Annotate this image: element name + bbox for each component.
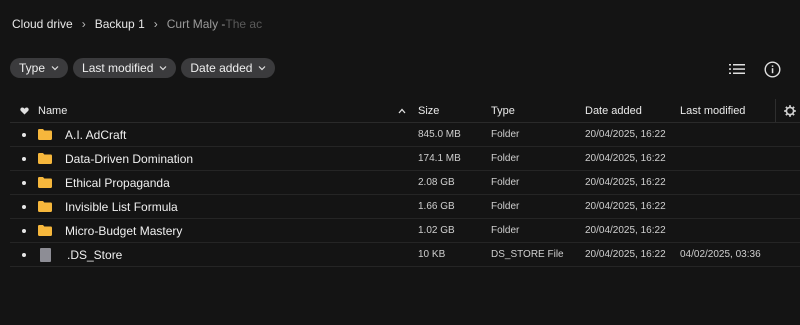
item-name: A.I. AdCraft <box>65 127 127 142</box>
size-cell: 2.08 GB <box>418 177 455 188</box>
type-column-header[interactable]: Type <box>491 105 585 117</box>
name-cell: .DS_Store <box>38 247 418 262</box>
chevron-right-icon: › <box>153 17 158 31</box>
last-modified-filter-chip[interactable]: Last modified <box>73 58 177 78</box>
date-added-cell: 20/04/2025, 16:22 <box>585 153 666 164</box>
last-modified-column-header[interactable]: Last modified <box>680 105 780 117</box>
row-bullet <box>10 228 38 233</box>
bullet-dot <box>22 252 26 257</box>
last-modified-filter-label: Last modified <box>82 61 154 75</box>
size-cell: 174.1 MB <box>418 153 461 164</box>
date-added-filter-chip[interactable]: Date added <box>181 58 276 78</box>
sort-asc-icon[interactable] <box>398 108 406 114</box>
item-name: Micro-Budget Mastery <box>65 223 183 238</box>
date-added-filter-label: Date added <box>190 61 253 75</box>
folder-icon <box>38 129 52 140</box>
breadcrumb-current-folder: Curt Maly - <box>166 17 226 31</box>
type-cell: Folder <box>491 225 520 236</box>
item-name: Invisible List Formula <box>65 199 178 214</box>
date-added-cell: 20/04/2025, 16:22 <box>585 129 666 140</box>
type-filter-chip[interactable]: Type <box>10 58 69 78</box>
type-cell: Folder <box>491 201 520 212</box>
date-added-cell: 20/04/2025, 16:22 <box>585 225 666 236</box>
breadcrumb-current-folder-tail: The ac <box>225 17 263 31</box>
chevron-down-icon <box>51 66 59 71</box>
name-cell: Micro-Budget Mastery <box>38 224 418 238</box>
type-cell: Folder <box>491 129 520 140</box>
date-added-column-header[interactable]: Date added <box>585 105 680 117</box>
table-row[interactable]: Ethical Propaganda 2.08 GB Folder 20/04/202… <box>10 171 800 195</box>
breadcrumb-cloud-drive[interactable]: Cloud drive <box>12 17 73 31</box>
chevron-down-icon <box>159 66 167 71</box>
table-row[interactable]: .DS_Store 10 KB DS_STORE File 20/04/2025, 1… <box>10 243 800 267</box>
table-header: Name Size Type Date added Last modified <box>10 99 800 123</box>
bullet-dot <box>22 228 26 233</box>
chevron-down-icon <box>259 66 266 71</box>
item-name: .DS_Store <box>67 247 123 262</box>
size-cell: 1.66 GB <box>418 201 455 212</box>
list-view-icon[interactable] <box>727 59 747 79</box>
date-added-cell: 20/04/2025, 16:22 <box>585 177 666 188</box>
bullet-dot <box>22 132 26 137</box>
type-cell: DS_STORE File <box>491 249 564 260</box>
file-table: Name Size Type Date added Last modified … <box>10 99 800 267</box>
table-row[interactable]: Micro-Budget Mastery 1.02 GB Folder 20/04/2… <box>10 219 800 243</box>
heart-icon[interactable] <box>10 106 38 115</box>
chevron-right-icon: › <box>81 17 86 31</box>
name-cell: A.I. AdCraft <box>38 128 418 142</box>
folder-icon <box>38 201 52 212</box>
breadcrumb-backup-1[interactable]: Backup 1 <box>95 17 145 31</box>
row-bullet <box>10 156 38 161</box>
size-cell: 10 KB <box>418 249 446 260</box>
folder-icon <box>38 153 52 164</box>
name-header-label: Name <box>38 104 68 117</box>
name-cell: Ethical Propaganda <box>38 176 418 190</box>
bullet-dot <box>22 156 26 161</box>
type-cell: Folder <box>491 153 520 164</box>
size-cell: 845.0 MB <box>418 129 461 140</box>
bullet-dot <box>22 204 26 209</box>
table-row[interactable]: Data-Driven Domination 174.1 MB Folder 20/0… <box>10 147 800 171</box>
item-name: Data-Driven Domination <box>65 151 194 166</box>
file-icon <box>40 247 51 262</box>
name-cell: Invisible List Formula <box>38 200 418 214</box>
table-row[interactable]: A.I. AdCraft 845.0 MB Folder 20/04/2025, 16… <box>10 123 800 147</box>
column-divider <box>775 99 776 122</box>
gear-icon[interactable] <box>780 104 800 117</box>
type-cell: Folder <box>491 177 520 188</box>
table-row[interactable]: Invisible List Formula 1.66 GB Folder 20/04… <box>10 195 800 219</box>
row-bullet <box>10 204 38 209</box>
row-bullet <box>10 180 38 185</box>
date-added-cell: 20/04/2025, 16:22 <box>585 201 666 212</box>
row-bullet <box>10 252 38 257</box>
filter-bar: Type Last modified Date added <box>10 58 276 78</box>
name-column-header[interactable]: Name <box>38 105 418 117</box>
last-modified-cell: 04/02/2025, 03:36 <box>680 249 761 260</box>
info-icon[interactable] <box>762 59 782 79</box>
size-column-header[interactable]: Size <box>418 105 491 117</box>
item-name: Ethical Propaganda <box>65 175 170 190</box>
breadcrumb: Cloud drive › Backup 1 › Curt Maly - The… <box>12 17 262 31</box>
name-cell: Data-Driven Domination <box>38 152 418 166</box>
size-cell: 1.02 GB <box>418 225 455 236</box>
bullet-dot <box>22 180 26 185</box>
type-filter-label: Type <box>19 61 46 75</box>
folder-icon <box>38 225 52 236</box>
folder-icon <box>38 177 52 188</box>
row-bullet <box>10 132 38 137</box>
date-added-cell: 20/04/2025, 16:22 <box>585 249 666 260</box>
